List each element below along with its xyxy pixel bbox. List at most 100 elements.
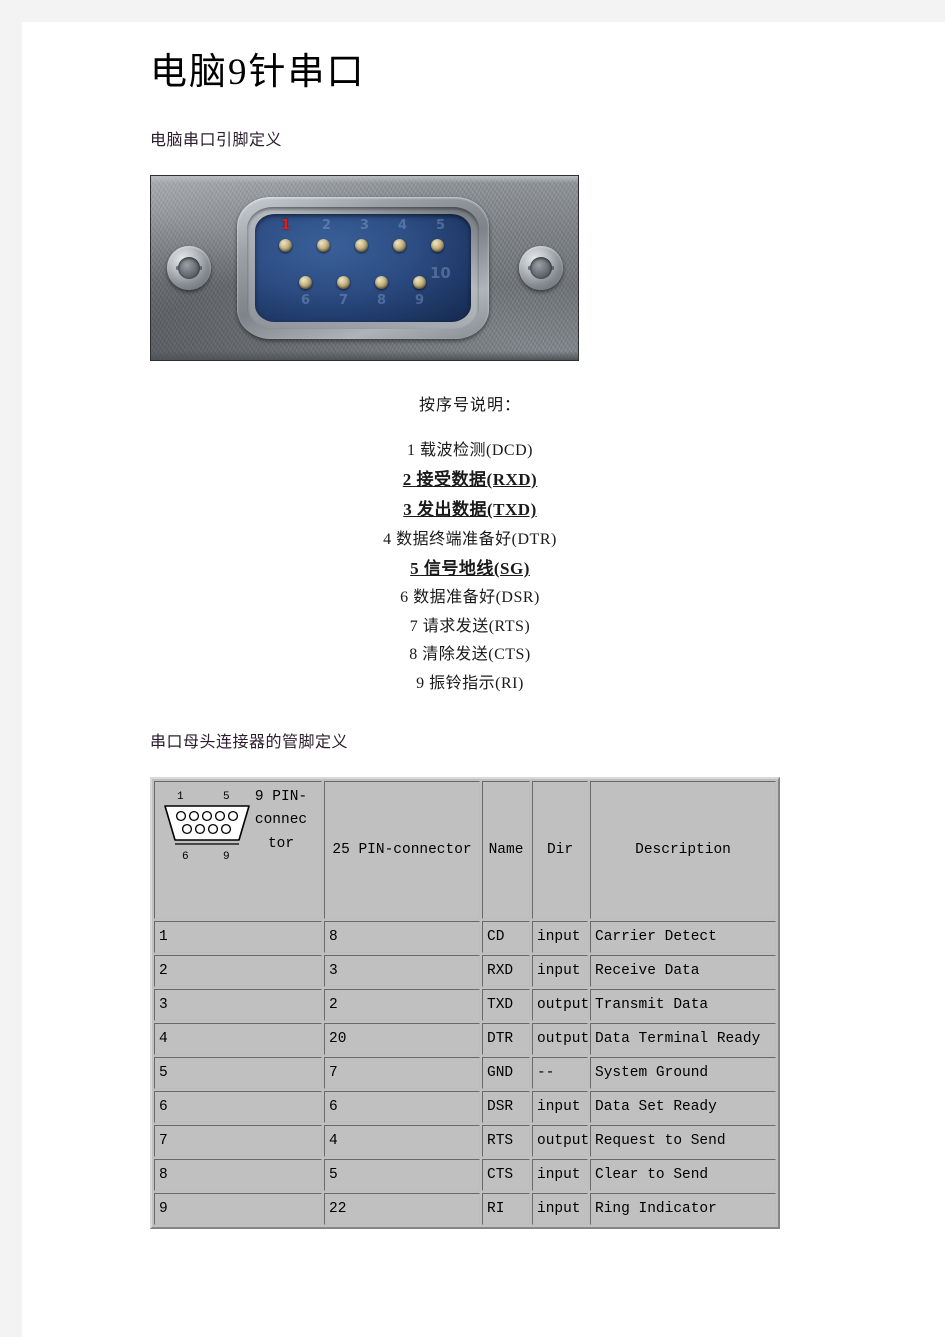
diagram-label-1: 1 [177,791,184,803]
pin-list-item-8: 8 清除发送(CTS) [409,646,531,664]
cell-description: Clear to Send [590,1158,776,1191]
cell-name: RI [482,1192,530,1225]
cell-name: TXD [482,988,530,1021]
photo-pin-number-7: 7 [339,292,349,308]
cell-9pin: 4 [154,1022,322,1055]
table-row: 1 8 CD input Carrier Detect [154,920,776,953]
photo-pin-2 [317,238,330,252]
photo-pin-9 [413,275,426,289]
cell-description: Carrier Detect [590,920,776,953]
table-row: 2 3 RXD input Receive Data [154,954,776,987]
cell-dir: input [532,1090,588,1123]
table-row: 3 2 TXD output Transmit Data [154,988,776,1021]
cell-name: DSR [482,1090,530,1123]
table-row: 4 20 DTR output Data Terminal Ready [154,1022,776,1055]
cell-dir: output [532,1022,589,1055]
section-heading-pinout: 电脑串口引脚定义 [150,132,283,150]
table-row: 6 6 DSR input Data Set Ready [154,1090,776,1123]
diagram-label-9: 9 [223,851,230,862]
pinout-table: 1 5 6 9 9 PIN-connector 25 PIN-connector… [150,776,780,1229]
pin-list-item-9: 9 振铃指示(RI) [416,674,524,692]
pin-list-item-3: 3 发出数据(TXD) [403,500,537,520]
header-name: Name [482,780,530,919]
cell-description: Transmit Data [590,988,776,1021]
diagram-label-6: 6 [182,851,189,862]
cell-description: Data Set Ready [590,1090,776,1123]
photo-pin-8 [375,275,388,289]
table-row: 9 22 RI input Ring Indicator [154,1192,776,1225]
header-25pin-connector: 25 PIN-connector [324,780,480,919]
screwlock-left-icon [167,245,211,290]
cell-name: CD [482,920,530,953]
pin-list-item-2: 2 接受数据(RXD) [402,470,538,490]
cell-25pin: 2 [324,988,480,1021]
cell-description: System Ground [590,1056,776,1089]
pin-list-item-1: 1 载波检测(DCD) [407,441,533,459]
cell-25pin: 5 [324,1158,480,1191]
header-9pin-connector: 1 5 6 9 9 PIN-connector [154,780,322,919]
cell-9pin: 1 [154,920,322,953]
document-page: 电脑9针串口 电脑串口引脚定义 1 2 3 4 5 10 6 7 8 9 按序号… [22,22,945,1337]
cell-dir: input [532,1192,588,1225]
photo-pin-6 [299,275,312,289]
cell-9pin: 2 [154,954,322,987]
cell-name: GND [482,1056,530,1089]
cell-dir: input [532,1158,588,1191]
cell-25pin: 20 [324,1022,480,1055]
cell-9pin: 6 [154,1090,322,1123]
db9-female-diagram-icon: 1 5 6 9 [164,791,250,862]
cell-dir: input [532,920,588,953]
pin-list-item-6: 6 数据准备好(DSR) [400,589,540,607]
cell-dir: output [532,988,589,1021]
pin-list-item-5: 5 信号地线(SG) [410,559,530,579]
photo-pin-7 [337,275,350,289]
db9-connector-photo: 1 2 3 4 5 10 6 7 8 9 [150,174,579,361]
cell-dir: input [532,954,588,987]
photo-pin-number-2: 2 [322,217,332,233]
cell-description: Ring Indicator [590,1192,776,1225]
cell-9pin: 5 [154,1056,322,1089]
pin-list-item-7: 7 请求发送(RTS) [409,617,531,635]
table-row: 8 5 CTS input Clear to Send [154,1158,776,1191]
photo-extra-number: 10 [430,263,451,282]
plate-edge-shadow [151,350,578,360]
cell-25pin: 3 [324,954,480,987]
connector-insulator: 1 2 3 4 5 10 6 7 8 9 [255,213,471,322]
cell-9pin: 3 [154,988,322,1021]
page-title: 电脑9针串口 [150,52,366,93]
cell-9pin: 7 [154,1124,322,1157]
cell-name: RTS [482,1124,530,1157]
screwlock-left-slot [176,265,202,270]
connector-d-shell-inner: 1 2 3 4 5 10 6 7 8 9 [247,206,479,329]
cell-name: RXD [482,954,530,987]
section-heading-female-connector: 串口母头连接器的管脚定义 [150,734,349,752]
header-description: Description [590,780,776,919]
cell-description: Receive Data [590,954,776,987]
pin-list-caption: 按序号说明： [418,396,521,414]
photo-pin-3 [355,238,368,252]
screwlock-right-slot [528,265,554,270]
cell-25pin: 6 [324,1090,480,1123]
cell-25pin: 8 [324,920,480,953]
plate-edge-highlight [151,175,578,183]
cell-25pin: 4 [324,1124,480,1157]
diagram-label-5: 5 [223,791,230,803]
screwlock-right-icon [519,245,563,290]
pinout-table-body: 1 8 CD input Carrier Detect 2 3 RXD inpu… [154,920,776,1225]
table-row: 5 7 GND -- System Ground [154,1056,776,1089]
photo-pin-number-9: 9 [415,292,425,308]
photo-pin-number-8: 8 [377,292,387,308]
cell-dir: -- [532,1056,588,1089]
cell-25pin: 22 [324,1192,480,1225]
photo-pin-number-5: 5 [436,217,446,233]
document-content: 电脑9针串口 电脑串口引脚定义 1 2 3 4 5 10 6 7 8 9 按序号… [150,50,790,1229]
table-header-row: 1 5 6 9 9 PIN-connector 25 PIN-connector… [154,780,776,919]
photo-pin-number-3: 3 [360,217,370,233]
cell-9pin: 8 [154,1158,322,1191]
cell-9pin: 9 [154,1192,322,1225]
photo-pin-5 [431,238,444,252]
photo-pin-number-1: 1 [281,217,291,233]
pinout-table-head: 1 5 6 9 9 PIN-connector 25 PIN-connector… [154,780,776,919]
cell-name: CTS [482,1158,530,1191]
cell-25pin: 7 [324,1056,480,1089]
